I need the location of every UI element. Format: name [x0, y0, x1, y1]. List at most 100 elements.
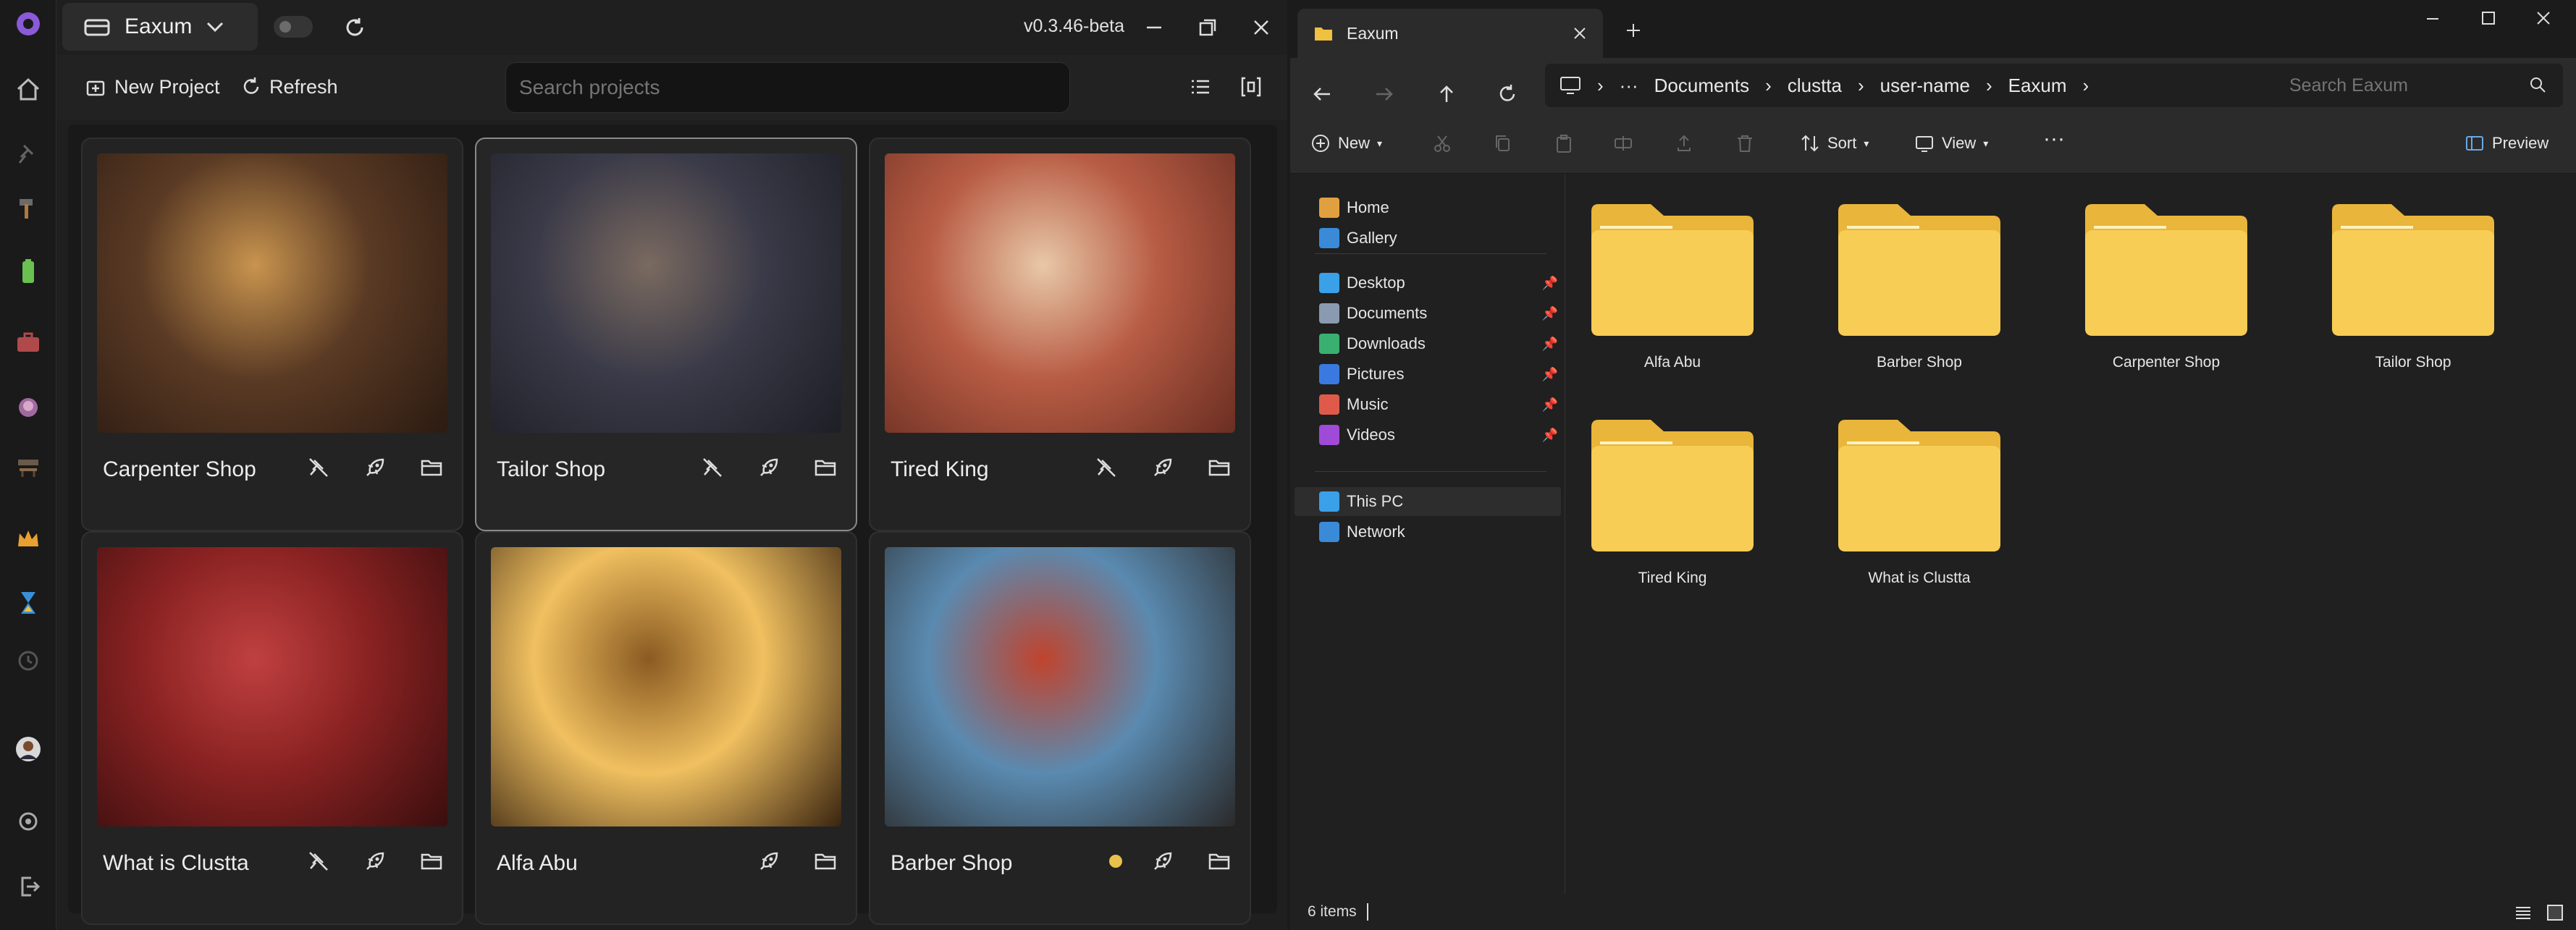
paste-icon[interactable]: [1554, 133, 1574, 153]
explorer-tab[interactable]: Eaxum: [1297, 9, 1603, 58]
delete-icon[interactable]: [1735, 133, 1755, 153]
breadcrumb-item[interactable]: Documents: [1654, 75, 1750, 97]
open-folder-icon[interactable]: [1203, 452, 1235, 483]
project-card[interactable]: Tired King: [869, 138, 1251, 531]
bowl-icon[interactable]: [10, 388, 46, 424]
project-thumbnail[interactable]: [491, 547, 841, 827]
unpin-icon[interactable]: [696, 452, 728, 483]
open-folder-icon[interactable]: [416, 845, 447, 877]
project-card[interactable]: Alfa Abu: [475, 531, 857, 925]
open-folder-icon[interactable]: [809, 845, 841, 877]
settings-icon[interactable]: [10, 803, 46, 840]
battery-icon[interactable]: [10, 253, 46, 289]
launch-icon[interactable]: [359, 452, 391, 483]
open-folder-icon[interactable]: [416, 452, 447, 483]
folder-item[interactable]: Tailor Shop: [2304, 198, 2522, 401]
launch-icon[interactable]: [1147, 452, 1179, 483]
minimize-button[interactable]: [2425, 12, 2440, 26]
project-card[interactable]: Tailor Shop: [475, 138, 857, 531]
folder-item[interactable]: Barber Shop: [1811, 198, 2028, 401]
nav-item-network[interactable]: Network: [1319, 517, 1558, 546]
nav-item-downloads[interactable]: Downloads 📌: [1319, 329, 1558, 358]
open-folder-icon[interactable]: [809, 452, 841, 483]
logout-icon[interactable]: [10, 868, 46, 905]
clock-icon[interactable]: [10, 643, 46, 679]
launch-icon[interactable]: [359, 845, 391, 877]
grid-view-icon[interactable]: [1237, 72, 1266, 101]
pin-icon[interactable]: 📌: [1542, 397, 1558, 413]
view-button[interactable]: View ▾: [1914, 127, 1988, 159]
address-bar[interactable]: › ··· Documents › clustta › user-name › …: [1545, 64, 2284, 107]
cut-icon[interactable]: [1432, 133, 1452, 153]
new-tab-icon[interactable]: [1625, 22, 1642, 39]
sort-button[interactable]: Sort ▾: [1800, 127, 1869, 159]
forward-icon[interactable]: [1368, 78, 1400, 110]
pin-icon[interactable]: [10, 136, 46, 172]
tiles-view-icon[interactable]: [2546, 904, 2564, 921]
details-view-icon[interactable]: [2514, 904, 2533, 921]
project-thumbnail[interactable]: [885, 153, 1235, 433]
launch-icon[interactable]: [753, 452, 785, 483]
sync-icon[interactable]: [340, 13, 369, 42]
project-thumbnail[interactable]: [491, 153, 841, 433]
project-thumbnail[interactable]: [97, 153, 447, 433]
workspace-selector[interactable]: Eaxum: [62, 3, 258, 51]
folder-item[interactable]: Tired King: [1564, 414, 1781, 617]
nav-item-this-pc[interactable]: This PC: [1295, 487, 1561, 516]
sewing-machine-icon[interactable]: [10, 449, 46, 485]
preview-button[interactable]: Preview: [2465, 127, 2548, 159]
crown-icon[interactable]: [10, 521, 46, 557]
home-icon[interactable]: [10, 71, 46, 107]
open-folder-icon[interactable]: [1203, 845, 1235, 877]
new-project-button[interactable]: New Project: [85, 71, 220, 103]
more-options-icon[interactable]: ···: [2043, 123, 2065, 155]
pin-icon[interactable]: 📌: [1542, 428, 1558, 443]
online-toggle[interactable]: [274, 16, 313, 38]
refresh-icon[interactable]: [1491, 78, 1523, 110]
pin-icon[interactable]: 📌: [1542, 337, 1558, 352]
explorer-search-input[interactable]: [2272, 64, 2563, 107]
hourglass-icon[interactable]: [10, 585, 46, 621]
close-button[interactable]: [1247, 13, 1276, 42]
maximize-button[interactable]: [1193, 13, 1222, 42]
clustta-logo-icon[interactable]: [10, 6, 46, 42]
copy-icon[interactable]: [1493, 133, 1513, 153]
folder-item[interactable]: Carpenter Shop: [2058, 198, 2275, 401]
new-button[interactable]: New ▾: [1310, 127, 1382, 159]
nav-item-gallery[interactable]: Gallery: [1319, 224, 1558, 253]
up-icon[interactable]: [1431, 78, 1462, 110]
nav-item-desktop[interactable]: Desktop 📌: [1319, 269, 1558, 297]
hammer-icon[interactable]: [10, 190, 46, 226]
nav-item-videos[interactable]: Videos 📌: [1319, 420, 1558, 449]
nav-item-music[interactable]: Music 📌: [1319, 390, 1558, 419]
breadcrumb-item[interactable]: clustta: [1788, 75, 1842, 97]
folder-item[interactable]: What is Clustta: [1811, 414, 2028, 617]
avatar[interactable]: [10, 731, 46, 767]
launch-icon[interactable]: [1147, 845, 1179, 877]
unpin-icon[interactable]: [1090, 452, 1122, 483]
share-icon[interactable]: [1674, 133, 1694, 153]
refresh-button[interactable]: Refresh: [240, 71, 338, 103]
rename-icon[interactable]: [1613, 133, 1633, 153]
briefcase-icon[interactable]: [10, 324, 46, 360]
project-thumbnail[interactable]: [97, 547, 447, 827]
breadcrumb-item[interactable]: user-name: [1880, 75, 1970, 97]
folder-item[interactable]: Alfa Abu: [1564, 198, 1781, 401]
nav-item-pictures[interactable]: Pictures 📌: [1319, 360, 1558, 389]
unpin-icon[interactable]: [303, 845, 334, 877]
maximize-button[interactable]: [2480, 10, 2496, 26]
search-input[interactable]: [505, 62, 1070, 113]
pin-icon[interactable]: 📌: [1542, 276, 1558, 291]
nav-item-documents[interactable]: Documents 📌: [1319, 299, 1558, 328]
more-path-icon[interactable]: ···: [1620, 75, 1638, 97]
nav-item-home[interactable]: Home: [1319, 193, 1558, 222]
project-card[interactable]: Carpenter Shop: [81, 138, 463, 531]
unpin-icon[interactable]: [303, 452, 334, 483]
list-view-icon[interactable]: [1186, 72, 1215, 101]
project-card[interactable]: Barber Shop: [869, 531, 1251, 925]
tab-close-icon[interactable]: [1573, 26, 1587, 41]
minimize-button[interactable]: [1140, 13, 1169, 42]
pin-icon[interactable]: 📌: [1542, 367, 1558, 382]
project-thumbnail[interactable]: [885, 547, 1235, 827]
close-button[interactable]: [2535, 10, 2551, 26]
